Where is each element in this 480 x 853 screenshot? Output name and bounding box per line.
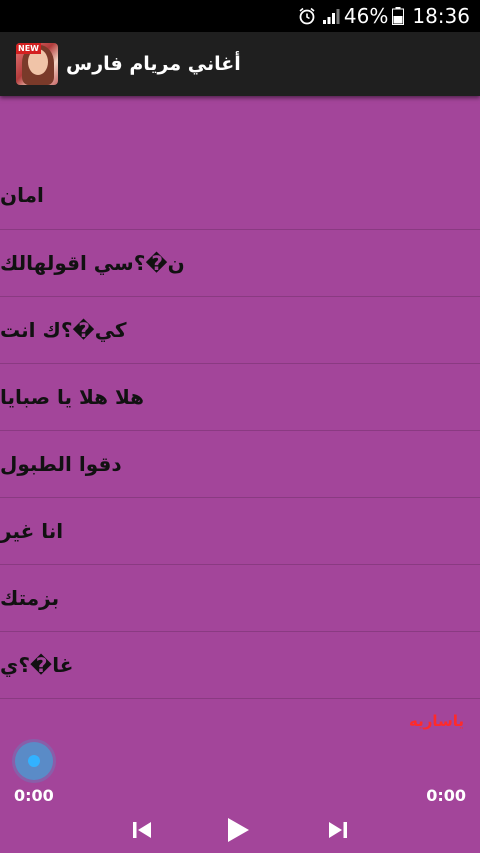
clock: 18:36 [412,4,470,28]
skip-previous-icon [133,822,151,838]
play-icon [228,818,249,842]
elapsed-time: 0:00 [14,786,54,805]
song-item[interactable]: كي�؟ك انت [0,297,480,364]
next-button[interactable] [320,812,356,848]
song-item[interactable]: انا غير [0,498,480,565]
playback-controls [0,812,480,848]
app-bar: NEW أغاني مريام فارس [0,32,480,96]
battery-percent: 46% [343,4,389,28]
signal-icon [322,9,340,24]
song-item[interactable]: هلا هلا يا صبايا [0,364,480,431]
alarm-icon [299,7,315,25]
song-item[interactable]: ن�؟سي اقولهالك [0,230,480,297]
song-item[interactable]: امان [0,160,480,230]
song-item[interactable]: بزمتك [0,565,480,632]
song-list: امان ن�؟سي اقولهالك كي�؟ك انت هلا هلا يا… [0,160,480,699]
play-button[interactable] [220,812,256,848]
previous-button[interactable] [124,812,160,848]
skip-next-icon [329,822,347,838]
app-logo-badge: NEW [16,43,41,54]
app-logo: NEW [16,43,58,85]
seek-bar-thumb[interactable] [15,742,53,780]
song-item[interactable]: غا�؟ي [0,632,480,699]
app-title: أغاني مريام فارس [66,53,241,75]
now-playing-title: ياساريه [408,712,464,730]
song-item[interactable]: دقوا الطبول [0,431,480,498]
battery-icon [392,7,405,25]
total-duration: 0:00 [426,786,466,805]
status-bar: 46% 18:36 [0,0,480,32]
